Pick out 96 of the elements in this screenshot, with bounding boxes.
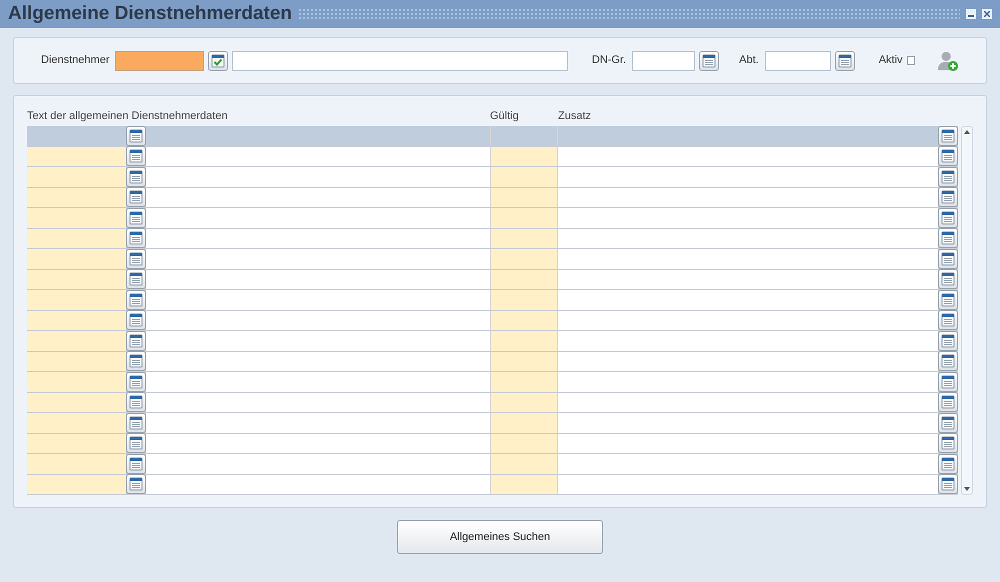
document-icon <box>129 128 143 143</box>
text-select-button[interactable] <box>126 351 146 372</box>
addition-select-button[interactable] <box>938 146 958 166</box>
document-icon <box>941 436 955 450</box>
scrollbar[interactable] <box>961 126 973 495</box>
column-header: Gültig <box>490 109 520 124</box>
addition-select-button[interactable] <box>938 269 958 290</box>
document-icon <box>129 436 143 450</box>
addition-select-button[interactable] <box>938 351 958 372</box>
addition-select-button[interactable] <box>938 290 958 310</box>
text-select-button[interactable] <box>126 330 146 351</box>
active-checkbox[interactable] <box>906 56 915 65</box>
document-icon <box>129 252 143 266</box>
text-select-button[interactable] <box>126 412 146 433</box>
addition-select-button[interactable] <box>938 433 958 454</box>
document-icon <box>129 354 143 368</box>
addition-select-button[interactable] <box>938 248 958 269</box>
employee-number-field[interactable] <box>115 50 204 70</box>
document-icon <box>129 149 143 164</box>
document-icon <box>941 252 955 266</box>
department-lookup-button[interactable] <box>834 50 855 70</box>
addition-select-button[interactable] <box>938 228 958 248</box>
document-icon <box>129 313 143 328</box>
document-icon <box>941 416 955 430</box>
text-select-button[interactable] <box>126 392 146 412</box>
addition-select-button[interactable] <box>938 454 958 474</box>
document-icon <box>129 292 143 307</box>
text-select-button[interactable] <box>126 290 146 310</box>
document-icon <box>129 477 143 492</box>
text-select-button[interactable] <box>126 248 146 269</box>
active-label: Aktiv <box>878 53 903 68</box>
document-icon <box>129 334 143 348</box>
document-icon <box>129 210 143 225</box>
column-header: Text der allgemeinen Dienstnehmerdaten <box>27 109 229 124</box>
group-label: DN-Gr. <box>592 53 626 68</box>
addition-select-button[interactable] <box>938 392 958 412</box>
document-icon <box>941 190 955 204</box>
text-select-button[interactable] <box>126 208 146 228</box>
document-icon <box>941 395 955 410</box>
text-select-button[interactable] <box>126 310 146 330</box>
text-select-button[interactable] <box>126 372 146 392</box>
document-icon <box>941 128 955 143</box>
document-icon <box>941 231 955 246</box>
text-select-button[interactable] <box>126 228 146 248</box>
document-icon <box>941 272 955 286</box>
addition-select-button[interactable] <box>938 372 958 392</box>
employee-label: Dienstnehmer <box>41 53 110 68</box>
addition-select-button[interactable] <box>938 412 958 433</box>
document-icon <box>941 334 955 348</box>
text-select-button[interactable] <box>126 146 146 166</box>
employee-lookup-button[interactable] <box>208 50 228 70</box>
addition-select-button[interactable] <box>938 187 958 208</box>
document-icon <box>941 149 955 164</box>
column-header: Zusatz <box>558 109 592 124</box>
document-icon <box>129 170 143 184</box>
close-button[interactable] <box>982 9 992 19</box>
addition-select-button[interactable] <box>938 208 958 228</box>
document-icon <box>129 231 143 246</box>
window-title: Allgemeine Dienstnehmerdaten <box>8 2 292 26</box>
close-icon <box>984 11 990 17</box>
document-icon <box>129 190 143 204</box>
text-select-button[interactable] <box>126 474 146 494</box>
employee-name-field[interactable] <box>232 50 568 70</box>
document-icon <box>941 477 955 492</box>
document-icon <box>941 374 955 389</box>
group-field[interactable] <box>632 50 696 70</box>
document-icon <box>941 313 955 328</box>
text-select-button[interactable] <box>126 433 146 454</box>
document-icon <box>941 210 955 225</box>
text-select-button[interactable] <box>126 269 146 290</box>
text-select-button[interactable] <box>126 454 146 474</box>
addition-select-button[interactable] <box>938 330 958 351</box>
document-icon <box>129 272 143 286</box>
document-icon <box>129 374 143 389</box>
addition-select-button[interactable] <box>938 474 958 494</box>
addition-select-button[interactable] <box>938 166 958 187</box>
document-icon <box>129 456 143 471</box>
document-icon <box>941 456 955 471</box>
text-select-button[interactable] <box>126 187 146 208</box>
document-icon <box>129 416 143 430</box>
search-button[interactable]: Allgemeines Suchen <box>397 520 603 554</box>
department-label: Abt. <box>739 53 759 68</box>
document-icon <box>129 395 143 410</box>
addition-select-button[interactable] <box>938 310 958 330</box>
addition-select-button[interactable] <box>938 126 958 146</box>
department-field[interactable] <box>764 50 831 70</box>
group-lookup-button[interactable] <box>699 50 720 70</box>
document-icon <box>941 292 955 307</box>
check-calendar-icon <box>211 54 226 68</box>
document-icon <box>702 54 716 68</box>
text-select-button[interactable] <box>126 166 146 187</box>
document-icon <box>941 170 955 184</box>
text-select-button[interactable] <box>126 126 146 146</box>
document-icon <box>941 354 955 368</box>
minimize-button[interactable] <box>966 9 976 19</box>
document-icon <box>838 54 852 68</box>
